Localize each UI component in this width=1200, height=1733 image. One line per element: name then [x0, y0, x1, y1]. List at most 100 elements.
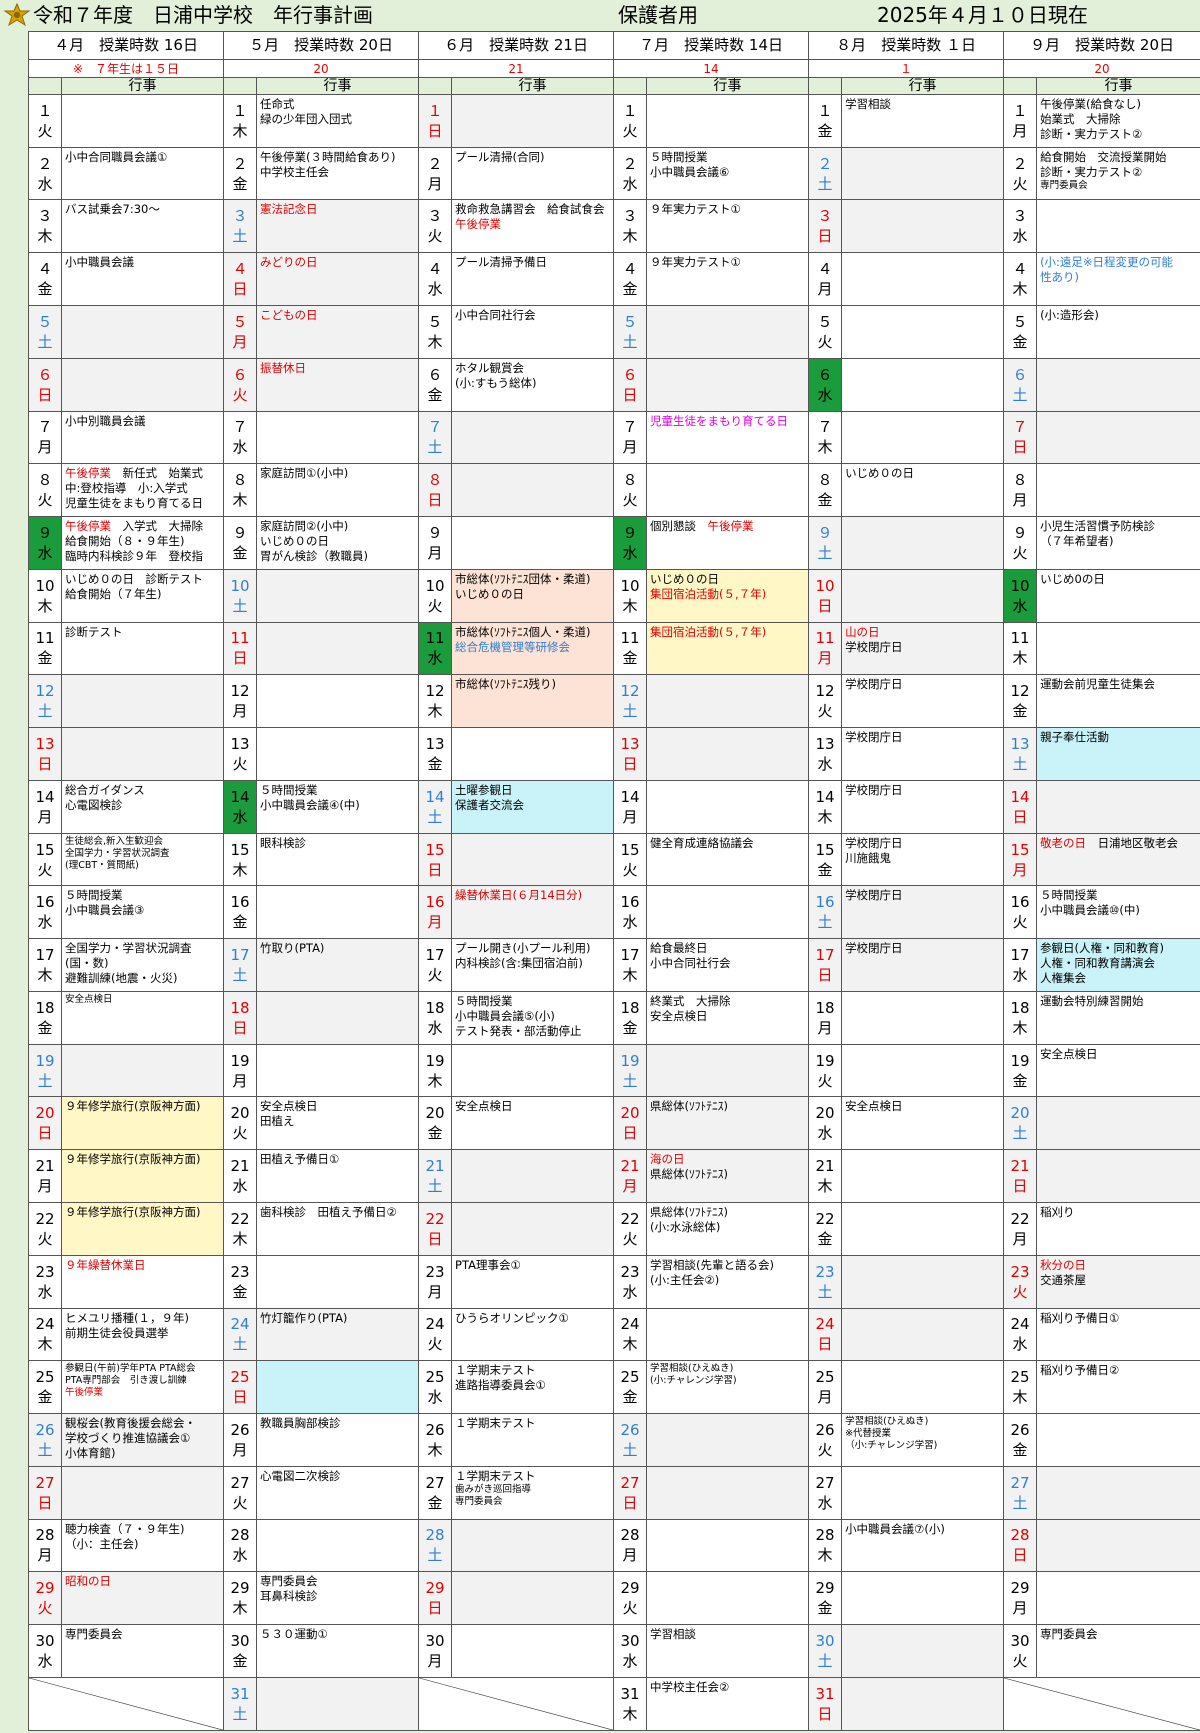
teaching-days-note: １ [808, 59, 1005, 78]
events-cell: 県総体(ｿﾌﾄﾃﾆｽ) [646, 1096, 810, 1151]
weekday-label: 木 [427, 702, 443, 721]
events-cell: 安全点検日 [451, 1096, 615, 1151]
event-item: （小:チャレンジ学習) [845, 1440, 1000, 1452]
day-number: 20 [230, 1104, 250, 1123]
weekday-label: 木 [622, 596, 638, 615]
weekday-label: 月 [427, 1651, 443, 1670]
event-text: ９年実力テスト① [650, 255, 741, 270]
date-cell: 22 金 [808, 1201, 843, 1256]
events-cell: １学期末テスト 進路指導委員会① [451, 1360, 615, 1415]
day-number: ９ [37, 523, 53, 542]
event-item: 小中職員会議⑩(中) [1040, 903, 1197, 918]
event-text: 給食最終日 [650, 941, 708, 956]
event-item: 午後停業 新任式 始業式 [65, 466, 220, 481]
events-cell [451, 1518, 615, 1573]
events-cell: ９年実力テスト① [646, 252, 810, 306]
event-item: １学期末テスト [455, 1363, 610, 1378]
weekday-label: 金 [817, 1599, 833, 1618]
event-text: 安全点検日 [1040, 1046, 1098, 1061]
event-text: 生徒総会,新入生歓迎会 [65, 835, 164, 847]
day-row: ７ 月小中別職員会議 ７ 水 ７ 土 ７ 月児童生徒をまもり育てる日 ７ 木 ７ 日 [28, 410, 1200, 465]
month-header: ６月 授業時数 21日 [418, 30, 615, 61]
event-item: 小中別職員会議 [65, 414, 220, 429]
event-text: ５時間授業 [650, 149, 708, 164]
events-cell [841, 357, 1005, 412]
weekday-label: 火 [37, 121, 53, 140]
weekday-label: 火 [427, 227, 443, 246]
event-text: ５時間授業 [455, 993, 513, 1008]
day-number: 22 [815, 1209, 835, 1228]
weekday-label: 木 [1012, 280, 1028, 299]
event-text: 竹取り(PTA) [260, 941, 325, 956]
events-cell [841, 252, 1005, 306]
day-number: ５ [817, 312, 833, 331]
day-number: 24 [620, 1315, 640, 1334]
event-text: 田植え予備日① [260, 1152, 340, 1167]
event-text: テスト発表・部活動停止 [455, 1023, 582, 1038]
day-number: 30 [1010, 1631, 1030, 1650]
weekday-label: 金 [817, 491, 833, 510]
date-cell: 16 月 [418, 885, 453, 940]
weekday-label: 水 [37, 913, 53, 932]
as-of-date: 2025年４月１０日現在 [877, 3, 1088, 27]
event-item: 学習相談(ひえぬき) [650, 1363, 805, 1375]
weekday-label: 日 [622, 754, 638, 773]
page-title: 令和７年度 日浦中学校 年行事計画 [33, 3, 373, 27]
day-number: ８ [37, 471, 53, 490]
weekday-label: 木 [232, 1599, 248, 1618]
day-row: 23 水 ９年繰替休業日 23 金 23 月 PTA理事会① 23 水学習相談(先輩と語る会) (小… [28, 1254, 1200, 1309]
weekday-label: 火 [37, 1599, 53, 1618]
event-text: 個別懇談 [650, 519, 708, 534]
date-cell: ２土 [808, 146, 843, 201]
date-cell: 29 月 [1003, 1571, 1038, 1626]
event-text: １学期末テスト [455, 1363, 536, 1378]
event-item: 稲刈り予備日② [1040, 1363, 1197, 1378]
events-cell: PTA理事会① [451, 1254, 615, 1309]
event-text: 小中職員会議③ [65, 903, 145, 918]
event-text: 稲刈り予備日② [1040, 1363, 1120, 1378]
events-cell: 参観日(人権・同和教育) 人権・同和教育講演会 人権集会 [1036, 938, 1200, 992]
date-cell: ９金 [223, 516, 258, 570]
events-cell [256, 1254, 420, 1309]
events-cell: 学校閉庁日 [841, 885, 1005, 940]
event-text: 専門委員会 [65, 1627, 123, 1642]
day-number: 12 [230, 682, 250, 701]
date-cell: 19 木 [418, 1043, 453, 1098]
date-cell: ７月 [613, 410, 648, 465]
events-cell: 給食開始 交流授業開始 診断・実力テスト② 専門委員会 [1036, 146, 1200, 201]
event-text: 市総体(ｿﾌﾄﾃﾆｽ団体・柔道) [455, 571, 591, 586]
day-number: ７ [817, 418, 833, 437]
event-item: いじめ0の日 [1040, 572, 1197, 587]
event-text: 県総体(ｿﾌﾄﾃﾆｽ) [650, 1167, 729, 1182]
day-number: 24 [230, 1315, 250, 1334]
event-item: 小中職員会議③ [65, 903, 220, 918]
date-cell: 17 土 [223, 938, 258, 992]
events-cell [1036, 1571, 1200, 1626]
date-cell: 16 金 [223, 885, 258, 940]
event-item: 集団宿泊活動(５,７年) [650, 587, 805, 602]
date-cell: ２金 [223, 146, 258, 201]
event-text: 田植え [260, 1114, 295, 1129]
event-item: いじめ０の日 [650, 572, 805, 587]
event-text: ひうらオリンピック① [455, 1310, 569, 1325]
event-item: 小中職員会議⑥ [650, 165, 805, 180]
events-cell: ホタル観賞会 (小:すもう総体) [451, 357, 615, 412]
events-header: 行事 [256, 76, 420, 95]
date-cell: 22 火 [613, 1201, 648, 1256]
weekday-label: 木 [427, 1071, 443, 1090]
event-item: 心電図二次検診 [260, 1469, 415, 1484]
day-number: 30 [425, 1631, 445, 1650]
day-number: ２ [1012, 154, 1028, 173]
day-number: ４ [232, 260, 248, 279]
day-number: 17 [35, 946, 55, 965]
day-number: １ [622, 101, 638, 120]
event-text: 親子奉仕活動 [1040, 730, 1110, 745]
teaching-hours: 授業時数 20日 [294, 36, 393, 55]
events-cell: ９年修学旅行(京阪神方面) [60, 1201, 225, 1256]
day-row: 21 月 ９年修学旅行(京阪神方面) 21 水田植え予備日① 21 土 21 月海の日 県総体(ｿ… [28, 1149, 1200, 1203]
event-item: ５時間授業 [65, 888, 220, 903]
day-number: ７ [427, 418, 443, 437]
day-row: 30 水専門委員会 30 金 ５３０運動① 30 月 30 水学習相談 30 土 30 火専門委員会 [28, 1624, 1200, 1678]
date-cell: 15 日 [418, 832, 453, 887]
event-text: 前期生徒会役員選挙 [65, 1325, 169, 1340]
